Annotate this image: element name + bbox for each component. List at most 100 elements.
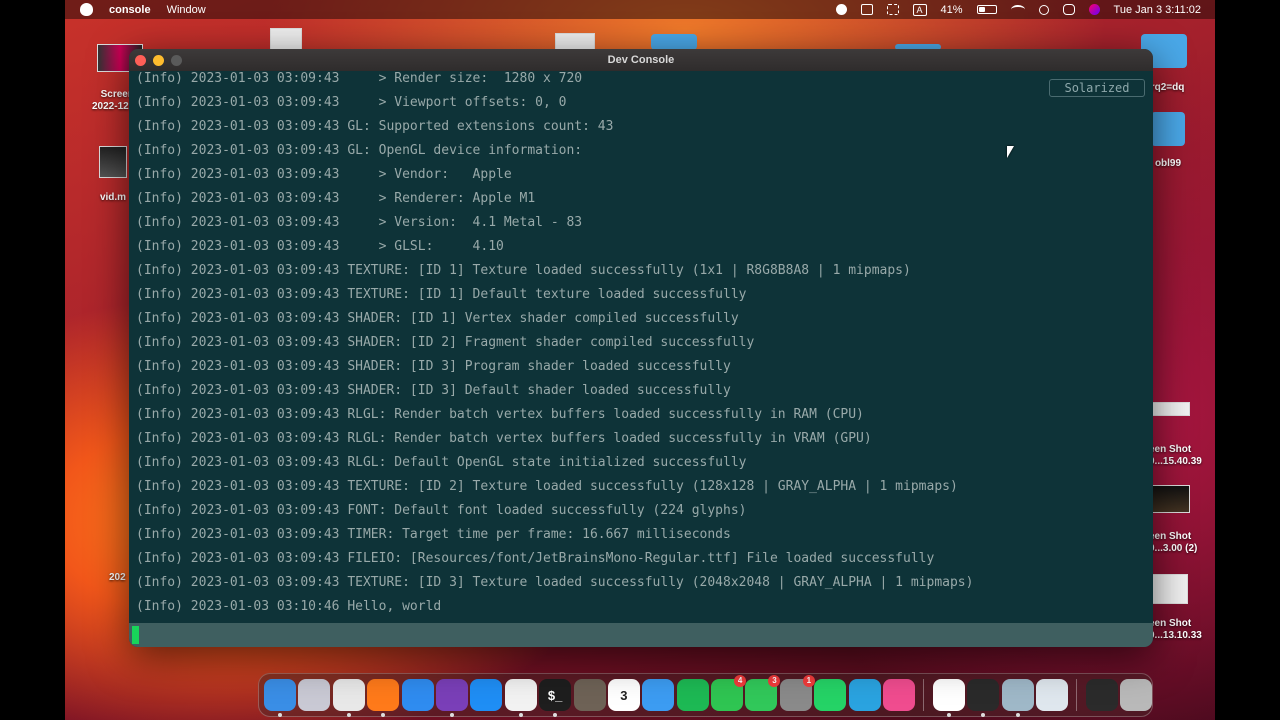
dock-glyph: 3 [620,687,628,703]
wifi-icon[interactable] [1010,5,1025,14]
launchpad-icon[interactable] [298,679,331,711]
log-line: (Info) 2023-01-03 03:09:43 > Viewport of… [136,95,567,110]
desktop-file-screenshot-1[interactable]: een Shot 0...15.40.39 [1149,402,1202,468]
apple-menu-icon[interactable] [80,3,93,16]
log-line: (Info) 2023-01-03 03:10:46 Hello, world [136,599,442,614]
mouse-pointer-icon [1007,146,1014,158]
log-line: (Info) 2023-01-03 03:09:43 SHADER: [ID 3… [136,359,731,374]
folder-icon [1151,112,1185,146]
file-label: een Shot 0...3.00 (2) [1149,531,1198,554]
document-icon[interactable] [555,33,595,50]
desktop-file-partial[interactable]: 202 [109,572,126,583]
desktop-folder-obl99[interactable]: obl99 [1151,112,1185,169]
siri-icon[interactable] [1088,4,1100,15]
books-icon[interactable] [883,679,916,711]
messages-icon[interactable]: 3 [745,675,781,711]
input-source-icon[interactable]: A [912,3,927,16]
battery-percentage: 41% [940,3,963,16]
chrome-icon[interactable] [332,679,365,717]
record-icon[interactable] [835,4,847,15]
log-line: (Info) 2023-01-03 03:09:43 TEXTURE: [ID … [136,263,911,278]
folder-icon[interactable] [651,34,697,50]
trash-icon[interactable] [1120,679,1153,711]
log-line: (Info) 2023-01-03 03:09:43 FONT: Default… [136,503,747,518]
dock-glyph: $_ [547,687,563,703]
document-icon[interactable] [270,28,302,50]
emacs-icon[interactable] [435,679,468,717]
log-line: (Info) 2023-01-03 03:09:43 TEXTURE: [ID … [136,287,747,302]
log-line: (Info) 2023-01-03 03:09:43 RLGL: Render … [136,431,872,446]
notification-badge: 3 [768,675,781,687]
file-thumbnail-icon [1152,574,1188,604]
log-line: (Info) 2023-01-03 03:09:43 > Render size… [136,71,583,86]
command-input[interactable] [129,623,1153,647]
spotlight-search-icon[interactable] [1038,4,1049,15]
battery-icon[interactable] [976,5,997,14]
video-thumbnail-icon [99,146,127,178]
running-indicator [449,713,454,717]
preview-icon[interactable] [1035,679,1068,711]
safari-icon[interactable] [401,679,434,711]
title-bar[interactable]: Dev Console [129,49,1153,71]
finder-icon[interactable] [264,679,296,717]
running-indicator [346,713,351,717]
downloads-stack-icon[interactable] [1085,679,1118,711]
folder-label: rq2=dq [1150,82,1185,93]
spotify-icon[interactable] [676,679,709,711]
menu-bar: console Window A 41% Tue Jan 3 3:11:02 [65,0,1215,19]
firefox-icon[interactable] [367,679,400,717]
calendar-icon[interactable]: 3 [607,679,640,711]
minimize-button[interactable] [153,55,164,66]
console-app-icon[interactable] [967,679,1000,717]
log-line: (Info) 2023-01-03 03:09:43 FILEIO: [Reso… [136,551,935,566]
console-window[interactable]: Dev Console (Info) 2023-01-03 03:09:43 >… [129,49,1153,647]
whatsapp-icon[interactable] [814,679,847,711]
facetime-icon[interactable]: 4 [711,675,747,711]
status-area: A 41% Tue Jan 3 3:11:02 [835,0,1201,19]
log-line: (Info) 2023-01-03 03:09:43 GL: Supported… [136,119,614,134]
screen-share-icon[interactable] [860,4,873,15]
file-label: een Shot 0...13.10.33 [1149,618,1202,641]
running-indicator [278,713,282,717]
log-line: (Info) 2023-01-03 03:09:43 TIMER: Target… [136,527,731,542]
gimp-icon[interactable] [573,679,606,711]
control-center-icon[interactable] [1062,4,1075,15]
zoom-button[interactable] [171,55,182,66]
menu-window[interactable]: Window [167,4,206,16]
dock: $_ 3 4 3 1 [258,673,1153,717]
quicktime-icon[interactable] [1001,679,1034,717]
clock[interactable]: Tue Jan 3 3:11:02 [1114,4,1201,16]
running-indicator [981,713,986,717]
file-label: een Shot 0...15.40.39 [1149,444,1202,467]
dock-separator [1076,679,1078,711]
app-store-icon[interactable] [470,679,503,711]
window-title: Dev Console [607,54,675,66]
log-line: (Info) 2023-01-03 03:09:43 > Renderer: A… [136,191,536,206]
log-line: (Info) 2023-01-03 03:09:43 GL: OpenGL de… [136,143,583,158]
log-line: (Info) 2023-01-03 03:09:43 > Version: 4.… [136,215,583,230]
mail-icon[interactable] [642,679,675,711]
close-button[interactable] [135,55,146,66]
log-line: (Info) 2023-01-03 03:09:43 SHADER: [ID 1… [136,311,739,326]
terminal-icon[interactable]: $_ [539,679,572,717]
desktop-file-video[interactable]: vid.m [99,146,127,203]
log-line: (Info) 2023-01-03 03:09:43 TEXTURE: [ID … [136,575,974,590]
telegram-icon[interactable] [848,679,881,711]
desktop-file-screenshot-2[interactable]: een Shot 0...3.00 (2) [1149,485,1197,555]
log-line: (Info) 2023-01-03 03:09:43 RLGL: Default… [136,455,747,470]
vscode-icon[interactable] [932,679,965,717]
desktop-file-screenshot-3[interactable]: een Shot 0...13.10.33 [1149,574,1202,642]
text-cursor [132,626,139,644]
notification-badge: 4 [734,675,747,687]
slack-icon[interactable] [504,679,537,717]
app-menu-name[interactable]: console [109,4,151,16]
notification-badge: 1 [802,675,815,687]
running-indicator [381,713,386,717]
running-indicator [1015,713,1020,717]
file-thumbnail-icon [1152,402,1190,416]
mic-off-icon[interactable] [886,4,899,15]
system-settings-icon[interactable]: 1 [779,675,815,711]
theme-button[interactable]: Solarized [1049,79,1145,97]
dock-separator [923,679,925,711]
log-line: (Info) 2023-01-03 03:09:43 RLGL: Render … [136,407,864,422]
